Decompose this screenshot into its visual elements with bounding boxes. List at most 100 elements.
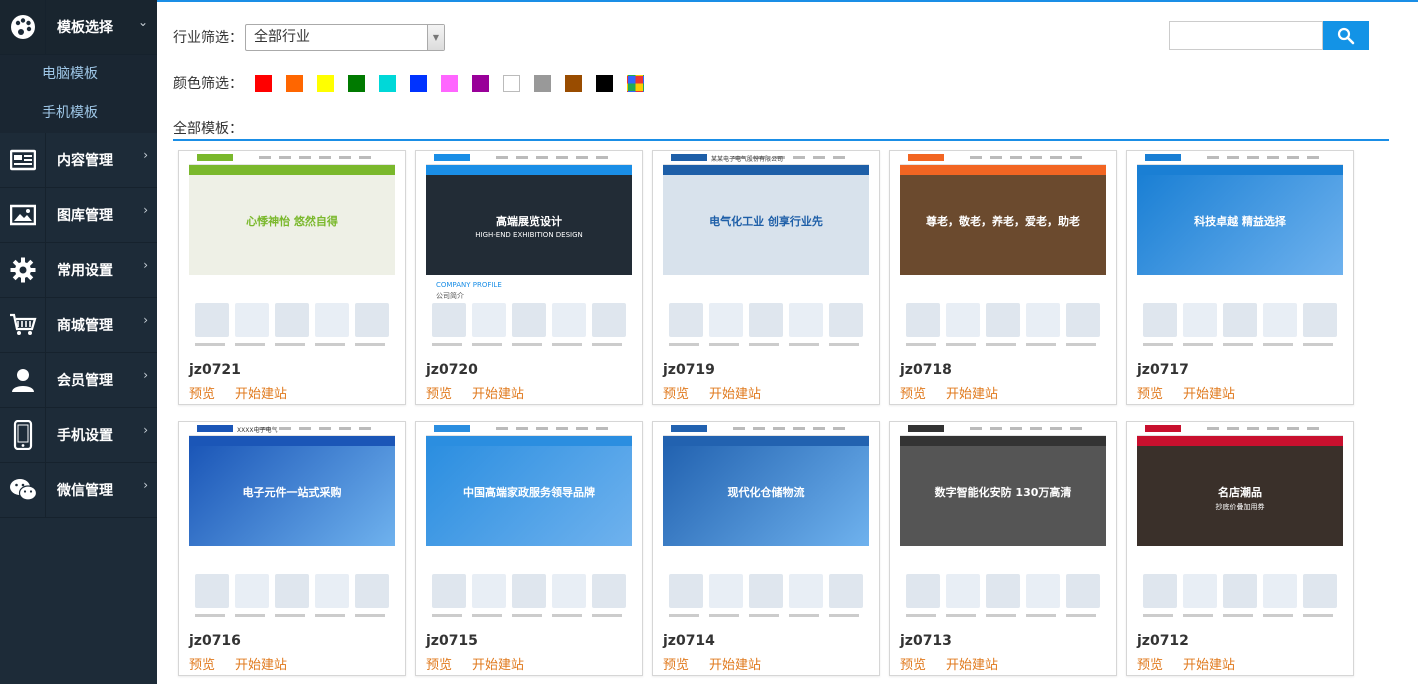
preview-link[interactable]: 预览 [663, 387, 689, 402]
template-card: 中国高端家政服务领导品牌 jz0715 预览 开始建站 [415, 421, 643, 676]
sidebar-item-label: 图库管理 [57, 208, 113, 224]
preview-link[interactable]: 预览 [426, 658, 452, 673]
color-swatch[interactable] [596, 74, 613, 92]
template-thumbnail[interactable]: 名店潮品 抄底价叠加用券 [1137, 422, 1343, 627]
template-thumbnail[interactable]: 科技卓越 精益选择 [1137, 151, 1343, 356]
sidebar-item-mobile[interactable]: 手机设置 › [0, 408, 157, 463]
start-build-link[interactable]: 开始建站 [235, 387, 287, 402]
start-build-link[interactable]: 开始建站 [472, 658, 524, 673]
thumb-banner-text: 尊老，敬老，养老，爱老，助老 [926, 215, 1080, 228]
thumb-banner-text: 心悸神怡 悠然自得 [246, 215, 338, 228]
color-swatch[interactable] [565, 74, 582, 92]
sidebar-item-label: 会员管理 [57, 373, 113, 389]
thumb-banner-text: 现代化仓储物流 [727, 486, 805, 499]
industry-select-value: 全部行业 [254, 28, 310, 45]
start-build-link[interactable]: 开始建站 [235, 658, 287, 673]
template-actions: 预览 开始建站 [663, 383, 781, 402]
color-swatch[interactable] [441, 74, 458, 92]
sidebar-item-wechat[interactable]: 微信管理 › [0, 463, 157, 518]
color-swatch[interactable] [503, 74, 520, 92]
multicolor-swatch[interactable] [627, 74, 644, 92]
wechat-icon [0, 463, 46, 517]
sidebar-item-gallery[interactable]: 图库管理 › [0, 188, 157, 243]
chevron-right-icon: › [143, 148, 148, 162]
color-filter-row: 颜色筛选： [173, 69, 658, 97]
sidebar-item-template[interactable]: 模板选择 ⌄ [0, 0, 157, 55]
start-build-link[interactable]: 开始建站 [1183, 387, 1235, 402]
sidebar-item-settings[interactable]: 常用设置 › [0, 243, 157, 298]
thumb-banner-subtext: HIGH-END EXHIBITION DESIGN [475, 231, 583, 239]
main-content: 行业筛选： 全部行业 ▼ 颜色筛选： 全部模板： 心悸神怡 悠然自得 jz072… [173, 0, 1389, 684]
preview-link[interactable]: 预览 [189, 658, 215, 673]
template-card: 心悸神怡 悠然自得 jz0721 预览 开始建站 [178, 150, 406, 405]
preview-link[interactable]: 预览 [426, 387, 452, 402]
color-swatch[interactable] [472, 74, 489, 92]
template-actions: 预览 开始建站 [900, 383, 1018, 402]
template-actions: 预览 开始建站 [189, 383, 307, 402]
start-build-link[interactable]: 开始建站 [709, 387, 761, 402]
preview-link[interactable]: 预览 [663, 658, 689, 673]
color-swatch[interactable] [286, 74, 303, 92]
sidebar-subitem-pc-template[interactable]: 电脑模板 [0, 55, 157, 94]
preview-link[interactable]: 预览 [900, 387, 926, 402]
color-swatch[interactable] [410, 74, 427, 92]
sidebar: 模板选择 ⌄ 电脑模板 手机模板 内容管理 › 图库管理 › 常用设置 › 商城… [0, 0, 157, 684]
thumb-banner-text: 中国高端家政服务领导品牌 [463, 486, 595, 499]
preview-link[interactable]: 预览 [900, 658, 926, 673]
chevron-right-icon: › [143, 203, 148, 217]
search-box [1169, 21, 1369, 50]
thumb-section-text: COMPANY PROFILE [436, 281, 502, 289]
template-thumbnail[interactable]: 电气化工业 创享行业先 某某电子电气股份有限公司 [663, 151, 869, 356]
color-swatch[interactable] [255, 74, 272, 92]
thumb-banner-text: 电气化工业 创享行业先 [709, 215, 823, 228]
chevron-right-icon: › [143, 423, 148, 437]
color-swatch[interactable] [348, 74, 365, 92]
template-code: jz0721 [189, 362, 241, 378]
template-thumbnail[interactable]: 数字智能化安防 130万高清 [900, 422, 1106, 627]
template-thumbnail[interactable]: 电子元件一站式采购 XXXX电子电气 [189, 422, 395, 627]
start-build-link[interactable]: 开始建站 [946, 387, 998, 402]
section-divider [173, 139, 1389, 141]
color-filter-label: 颜色筛选： [173, 76, 243, 92]
preview-link[interactable]: 预览 [1137, 658, 1163, 673]
template-code: jz0717 [1137, 362, 1189, 378]
template-thumbnail[interactable]: 高端展览设计 HIGH-END EXHIBITION DESIGN COMPANY … [426, 151, 632, 356]
template-actions: 预览 开始建站 [426, 383, 544, 402]
thumb-banner-subtext: 抄底价叠加用券 [1215, 503, 1265, 511]
start-build-link[interactable]: 开始建站 [472, 387, 524, 402]
template-thumbnail[interactable]: 现代化仓储物流 [663, 422, 869, 627]
thumb-banner-text: 数字智能化安防 130万高清 [934, 486, 1072, 499]
template-thumbnail[interactable]: 心悸神怡 悠然自得 [189, 151, 395, 356]
preview-link[interactable]: 预览 [189, 387, 215, 402]
start-build-link[interactable]: 开始建站 [946, 658, 998, 673]
color-swatch[interactable] [534, 74, 551, 92]
template-actions: 预览 开始建站 [189, 654, 307, 673]
sidebar-item-label: 模板选择 [57, 20, 113, 36]
template-card: 科技卓越 精益选择 jz0717 预览 开始建站 [1126, 150, 1354, 405]
sidebar-item-shop[interactable]: 商城管理 › [0, 298, 157, 353]
sidebar-item-content[interactable]: 内容管理 › [0, 133, 157, 188]
start-build-link[interactable]: 开始建站 [709, 658, 761, 673]
template-code: jz0720 [426, 362, 478, 378]
template-actions: 预览 开始建站 [1137, 654, 1255, 673]
template-card: 名店潮品 抄底价叠加用券 jz0712 预览 开始建站 [1126, 421, 1354, 676]
sidebar-item-member[interactable]: 会员管理 › [0, 353, 157, 408]
template-thumbnail[interactable]: 中国高端家政服务领导品牌 [426, 422, 632, 627]
search-button[interactable] [1323, 21, 1369, 50]
thumb-banner-text: 高端展览设计 [496, 215, 562, 228]
section-title: 全部模板： [173, 121, 243, 137]
preview-link[interactable]: 预览 [1137, 387, 1163, 402]
template-card: 电气化工业 创享行业先 某某电子电气股份有限公司 jz0719 预览 开始建站 [652, 150, 880, 405]
color-swatch[interactable] [317, 74, 334, 92]
template-card: 电子元件一站式采购 XXXX电子电气 jz0716 预览 开始建站 [178, 421, 406, 676]
search-input[interactable] [1169, 21, 1323, 50]
color-swatch[interactable] [379, 74, 396, 92]
sidebar-item-label: 商城管理 [57, 318, 113, 334]
sidebar-subitem-mobile-template[interactable]: 手机模板 [0, 94, 157, 133]
template-thumbnail[interactable]: 尊老，敬老，养老，爱老，助老 [900, 151, 1106, 356]
start-build-link[interactable]: 开始建站 [1183, 658, 1235, 673]
industry-select[interactable]: 全部行业 ▼ [245, 23, 445, 51]
sidebar-item-label: 微信管理 [57, 483, 113, 499]
palette-icon [0, 0, 46, 54]
template-code: jz0719 [663, 362, 715, 378]
